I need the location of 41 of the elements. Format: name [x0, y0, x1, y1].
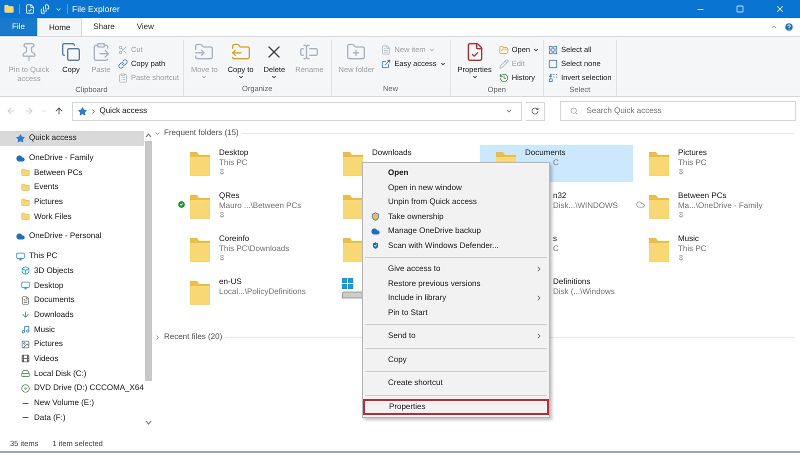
window-title: File Explorer [72, 2, 120, 16]
folder-name: QRes [219, 191, 240, 201]
folder-name: Definitions [553, 277, 592, 287]
menu-label: Give access to [388, 263, 440, 276]
folder-name: Between PCs [678, 191, 728, 201]
folder-name: Downloads [372, 148, 412, 158]
folder-location: C [553, 158, 560, 168]
folder-location: Local...\PolicyDefinitions [219, 287, 306, 297]
menu-label: Open [388, 167, 408, 180]
menu-label: Properties [389, 400, 426, 413]
menu-label: Take ownership [388, 210, 444, 223]
folder-location: This PC [219, 158, 248, 168]
folder-name: Documents [525, 148, 566, 158]
folder-location: Mauro ...\Between PCs [219, 201, 302, 211]
folder-name: en-US [219, 277, 243, 287]
menu-label: Manage OneDrive backup [388, 225, 481, 238]
menu-label: Open in new window [388, 182, 462, 194]
folder-location: Ma...\OneDrive - Family [678, 201, 762, 211]
menu-label: Pin to Start [388, 306, 428, 319]
menu-label: Send to [388, 330, 416, 342]
folder-location: Disk (...\Windows [553, 287, 615, 297]
menu-label: Create shortcut [388, 377, 443, 390]
section-title: Frequent folders (15) [164, 127, 239, 139]
menu-label: Copy [388, 354, 407, 366]
folder-name: s [553, 234, 558, 244]
folder-name: n32 [553, 191, 568, 201]
folder-name: Music [678, 234, 700, 244]
menu-label: Scan with Windows Defender... [388, 240, 499, 252]
folder-name: Coreinfo [219, 234, 250, 244]
folder-location: C [553, 244, 559, 254]
folder-location: Disk...\WINDOWS [553, 201, 618, 211]
folder-location: This PC\Downloads [219, 244, 290, 254]
address-path: Quick access [100, 105, 148, 117]
menu-label: Restore previous versions [388, 278, 480, 290]
menu-label: Unpin from Quick access [388, 196, 477, 208]
menu-label: Include in library [388, 292, 446, 304]
folder-name: Desktop [219, 148, 248, 158]
folder-location: This PC [678, 158, 707, 168]
folder-name: Pictures [678, 148, 707, 158]
section-title: Recent files (20) [164, 331, 222, 343]
folder-location: This PC [678, 244, 706, 254]
